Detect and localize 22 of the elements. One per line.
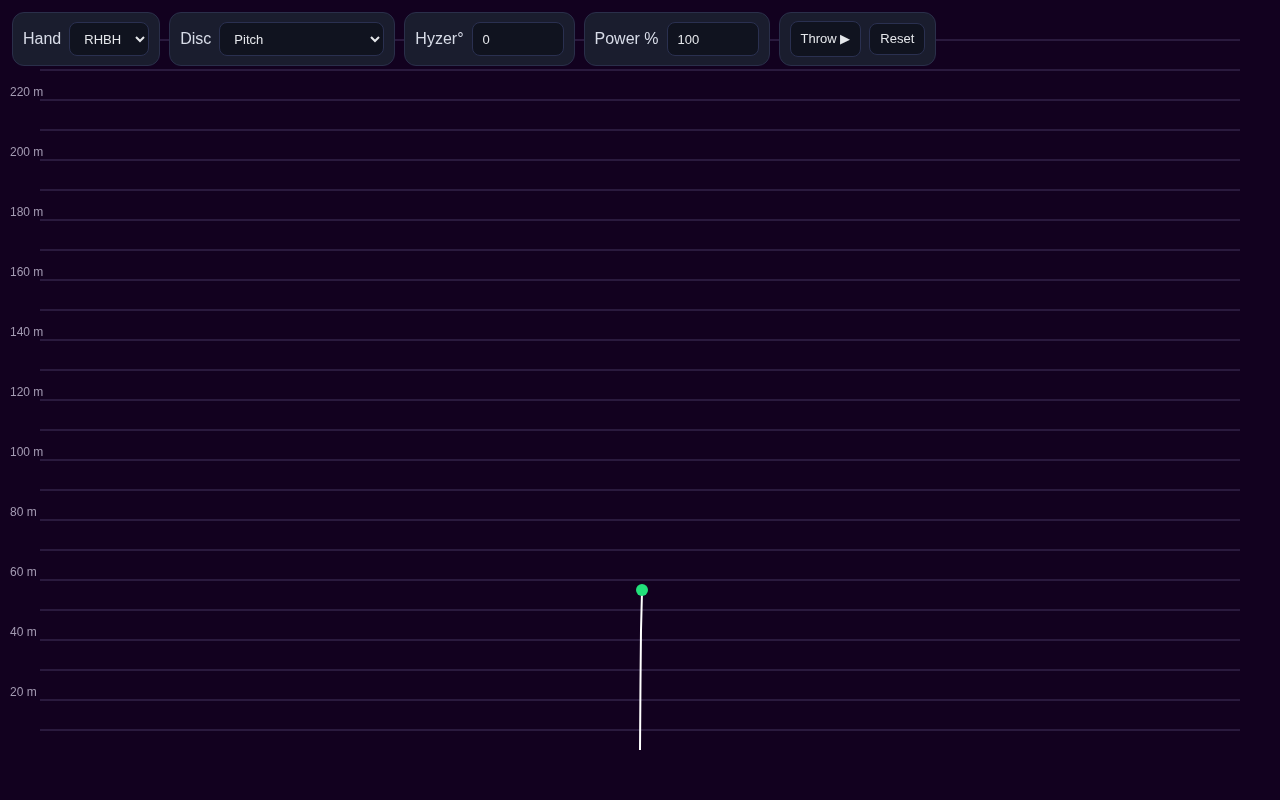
disc-marker	[636, 584, 648, 596]
distance-label: 220 m	[10, 85, 44, 99]
dropdown[interactable]: RHBH	[69, 22, 150, 56]
distance-label: 80 m	[10, 505, 37, 519]
reset-button[interactable]: Reset	[869, 23, 926, 55]
control-label: Hand	[23, 29, 62, 49]
distance-label: 120 m	[10, 385, 44, 399]
control-label: Disc	[180, 29, 212, 49]
throw-button[interactable]: Throw ▶	[789, 21, 862, 57]
distance-label: 140 m	[10, 325, 44, 339]
distance-label: 100 m	[10, 445, 44, 459]
dropdown[interactable]: Pitch	[219, 22, 385, 56]
distance-label: 180 m	[10, 205, 44, 219]
input-field[interactable]: 100	[666, 22, 759, 56]
input-field[interactable]: 0	[471, 22, 564, 56]
control-label: Power %	[594, 29, 659, 49]
distance-label: 160 m	[10, 265, 44, 279]
distance-label: 200 m	[10, 145, 44, 159]
distance-label: 40 m	[10, 625, 37, 639]
distance-label: 20 m	[10, 685, 37, 699]
control-label: Hyzer°	[415, 29, 464, 49]
distance-label: 60 m	[10, 565, 37, 579]
